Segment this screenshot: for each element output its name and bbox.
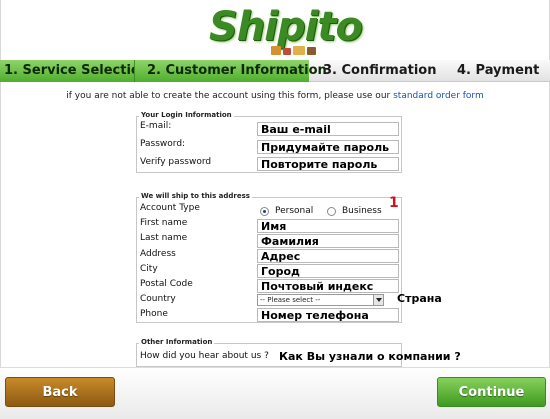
shipping-panel: We will ship to this address Account Typ… <box>136 192 402 323</box>
step-confirmation[interactable]: 3. Confirmation <box>309 60 445 82</box>
business-label: Business <box>342 206 382 216</box>
verify-password-field[interactable]: Повторите пароль <box>257 157 399 171</box>
email-label: E-mail: <box>140 121 172 131</box>
postal-code-field[interactable]: Почтовый индекс <box>257 279 399 293</box>
personal-label: Personal <box>275 206 314 216</box>
last-name-field[interactable]: Фамилия <box>257 234 399 248</box>
phone-field[interactable]: Номер телефона <box>257 308 399 322</box>
country-annotation: Страна <box>397 292 442 305</box>
marker-one: 1 <box>389 195 399 211</box>
step-customer-information[interactable]: 2. Customer Information <box>134 60 327 82</box>
last-name-label: Last name <box>140 233 188 243</box>
password-label: Password: <box>140 139 186 149</box>
step-payment[interactable]: 4. Payment <box>445 60 550 82</box>
logo-text: Shipito <box>209 4 363 50</box>
chevron-down-icon <box>373 295 383 305</box>
country-select[interactable]: -- Please select -- <box>257 294 384 306</box>
business-radio[interactable] <box>327 207 336 216</box>
shipping-panel-title: We will ship to this address <box>139 192 252 201</box>
first-name-field[interactable]: Имя <box>257 219 399 233</box>
continue-button[interactable]: Continue <box>437 377 546 407</box>
other-info-panel-title: Other Information <box>139 338 215 347</box>
first-name-label: First name <box>140 218 188 228</box>
account-type-label: Account Type <box>140 203 200 213</box>
standard-order-form-link[interactable]: standard order form <box>393 91 484 101</box>
city-label: City <box>140 264 158 274</box>
country-label: Country <box>140 294 176 304</box>
address-label: Address <box>140 249 176 259</box>
logo-boxes-icon <box>271 46 331 56</box>
address-field[interactable]: Адрес <box>257 249 399 263</box>
postal-code-label: Postal Code <box>140 279 193 289</box>
phone-label: Phone <box>140 309 168 319</box>
password-field[interactable]: Придумайте пароль <box>257 140 399 154</box>
notice-text: if you are not able to create the accoun… <box>66 91 391 101</box>
verify-password-label: Verify password <box>140 157 212 167</box>
hear-about-label: How did you hear about us ? <box>140 351 269 361</box>
email-field[interactable]: Ваш e-mail <box>257 122 399 136</box>
login-panel-title: Your Login Information <box>139 111 234 120</box>
step-bar: 1. Service Selection 2. Customer Informa… <box>0 60 550 82</box>
country-select-value: -- Please select -- <box>260 296 321 304</box>
step-service-selection[interactable]: 1. Service Selection <box>0 60 149 82</box>
login-panel: Your Login Information E-mail: Ваш e-mai… <box>136 111 402 173</box>
notice: if you are not able to create the accoun… <box>0 91 550 101</box>
hear-about-field[interactable]: Как Вы узнали о компании ? <box>276 350 472 364</box>
back-button[interactable]: Back <box>5 377 115 407</box>
personal-radio[interactable] <box>260 207 269 216</box>
shipito-logo[interactable]: Shipito <box>209 4 363 58</box>
city-field[interactable]: Город <box>257 264 399 278</box>
